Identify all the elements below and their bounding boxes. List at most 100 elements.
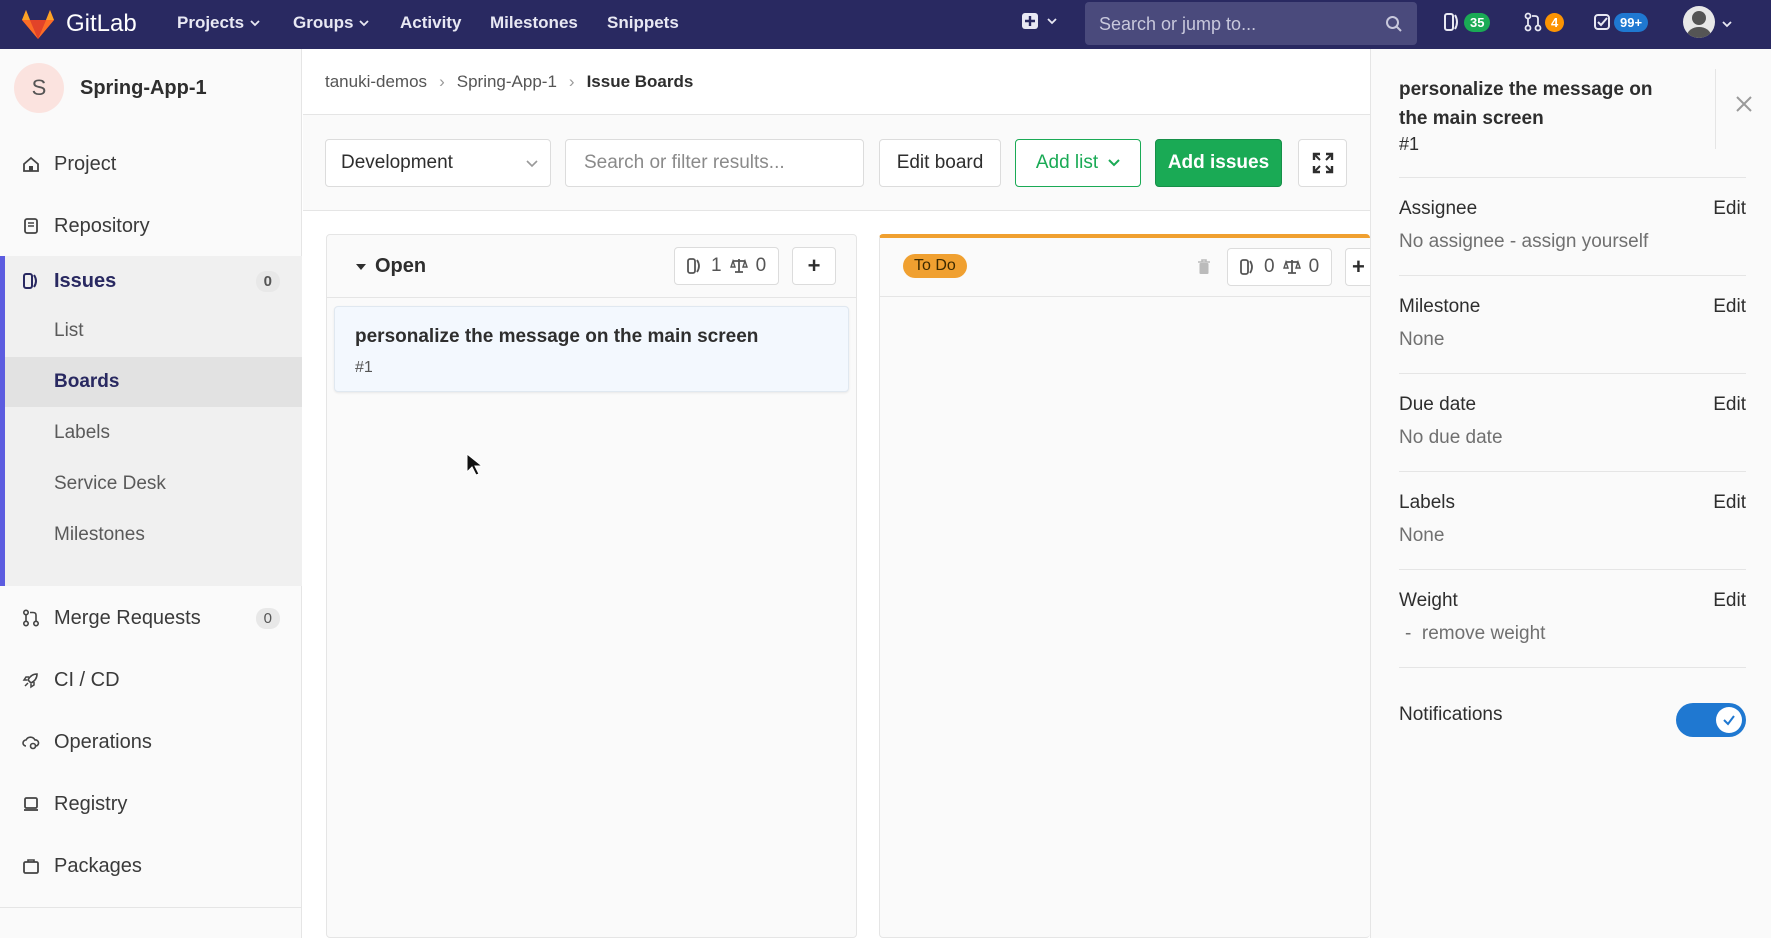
issues-icon bbox=[1444, 13, 1458, 31]
search-icon bbox=[1386, 16, 1402, 32]
weight-count: 0 bbox=[755, 255, 767, 276]
issue-card-title[interactable]: personalize the message on the main scre… bbox=[355, 326, 758, 348]
add-issues-button[interactable]: Add issues bbox=[1155, 139, 1282, 187]
sidebar-item-project[interactable]: Project bbox=[0, 139, 302, 189]
trash-icon[interactable] bbox=[1196, 258, 1212, 276]
merge-request-icon bbox=[1524, 12, 1542, 32]
weight-section: Weight Edit - remove weight bbox=[1399, 569, 1746, 667]
issues-icon bbox=[23, 273, 37, 289]
board-select-dropdown[interactable]: Development bbox=[325, 139, 551, 187]
milestone-edit-link[interactable]: Edit bbox=[1713, 296, 1746, 318]
nav-groups[interactable]: Groups bbox=[293, 13, 370, 33]
add-list-label: Add list bbox=[1035, 152, 1099, 173]
due-date-edit-link[interactable]: Edit bbox=[1713, 394, 1746, 416]
sidebar-item-label: Registry bbox=[54, 792, 128, 815]
chevron-right-icon: › bbox=[568, 72, 575, 91]
assignee-edit-link[interactable]: Edit bbox=[1713, 198, 1746, 220]
breadcrumb-current[interactable]: Issue Boards bbox=[587, 72, 694, 92]
container-icon bbox=[24, 797, 38, 811]
milestone-section: Milestone Edit None bbox=[1399, 275, 1746, 373]
nav-projects-label: Projects bbox=[177, 13, 245, 32]
rocket-icon bbox=[22, 673, 38, 689]
sidebar-item-merge-requests[interactable]: Merge Requests 0 bbox=[0, 593, 302, 643]
sidebar-subitem-labels[interactable]: Labels bbox=[5, 408, 302, 458]
edit-board-button[interactable]: Edit board bbox=[879, 139, 1001, 187]
project-header[interactable]: S Spring-App-1 bbox=[14, 63, 207, 113]
labels-label: Labels bbox=[1399, 492, 1455, 513]
sidebar-item-packages[interactable]: Packages bbox=[0, 841, 302, 891]
issues-section: Issues 0 List Boards Labels Service Desk… bbox=[0, 256, 302, 586]
sidebar-subitem-list[interactable]: List bbox=[5, 306, 302, 356]
sidebar-subitem-boards[interactable]: Boards bbox=[5, 357, 302, 407]
check-icon bbox=[1723, 715, 1735, 726]
weight-label: Weight bbox=[1399, 590, 1458, 611]
sidebar-item-label: Repository bbox=[54, 214, 150, 237]
sidebar-item-label: Operations bbox=[54, 730, 152, 753]
remove-weight-link[interactable]: - remove weight bbox=[1405, 623, 1545, 645]
board-list-open: Open 1 0 + personalize the message on th… bbox=[326, 234, 857, 938]
cloud-gear-icon bbox=[22, 736, 40, 750]
add-list-button[interactable]: Add list bbox=[1015, 139, 1141, 187]
user-avatar[interactable] bbox=[1683, 6, 1715, 38]
close-icon[interactable] bbox=[1735, 95, 1753, 113]
chevron-down-icon[interactable] bbox=[1722, 19, 1732, 29]
issue-number: #1 bbox=[1399, 134, 1420, 154]
notifications-label: Notifications bbox=[1399, 704, 1503, 725]
gitlab-logo-icon[interactable] bbox=[20, 8, 56, 40]
nav-activity[interactable]: Activity bbox=[400, 13, 461, 33]
issue-count: 1 bbox=[711, 255, 722, 276]
list-label-badge[interactable]: To Do bbox=[903, 254, 967, 278]
filter-search-input[interactable]: Search or filter results... bbox=[565, 139, 864, 187]
new-issue-button[interactable]: + bbox=[792, 247, 836, 285]
board-select-value: Development bbox=[341, 152, 453, 173]
package-icon bbox=[23, 859, 39, 874]
list-title-toggle[interactable]: Open bbox=[355, 255, 426, 278]
nav-milestones[interactable]: Milestones bbox=[490, 13, 578, 33]
sidebar-subitem-milestones[interactable]: Milestones bbox=[5, 510, 302, 560]
sidebar-item-repository[interactable]: Repository bbox=[0, 201, 302, 251]
sidebar-subitem-service-desk[interactable]: Service Desk bbox=[5, 459, 302, 509]
nav-snippets[interactable]: Snippets bbox=[607, 13, 679, 33]
home-icon bbox=[23, 156, 39, 172]
sidebar-item-registry[interactable]: Registry bbox=[0, 779, 302, 829]
breadcrumb-group[interactable]: tanuki-demos bbox=[325, 72, 427, 92]
issues-icon bbox=[1240, 259, 1253, 275]
chevron-down-icon bbox=[526, 160, 538, 168]
board-list-todo: To Do 0 0 + bbox=[879, 234, 1371, 938]
due-date-label: Due date bbox=[1399, 394, 1477, 415]
breadcrumb-project[interactable]: Spring-App-1 bbox=[457, 72, 557, 92]
global-search-input[interactable]: Search or jump to... bbox=[1085, 2, 1417, 45]
new-issue-button[interactable]: + bbox=[1345, 248, 1371, 286]
sidebar-item-label: Project bbox=[54, 152, 117, 175]
sidebar-item-operations[interactable]: Operations bbox=[0, 717, 302, 767]
chevron-down-icon bbox=[250, 20, 260, 27]
sidebar-item-cicd[interactable]: CI / CD bbox=[0, 655, 302, 705]
project-avatar: S bbox=[14, 63, 64, 113]
fullscreen-button[interactable] bbox=[1298, 139, 1347, 187]
list-counts: 0 0 bbox=[1227, 248, 1333, 286]
brand-name[interactable]: GitLab bbox=[66, 10, 137, 38]
new-dropdown-button[interactable] bbox=[1021, 12, 1057, 30]
toggle-knob bbox=[1716, 707, 1742, 733]
weight-edit-link[interactable]: Edit bbox=[1713, 590, 1746, 612]
mr-count-badge: 0 bbox=[255, 607, 280, 629]
nav-groups-label: Groups bbox=[293, 13, 354, 32]
caret-down-icon bbox=[356, 263, 366, 270]
labels-section: Labels Edit None bbox=[1399, 471, 1746, 569]
issues-icon bbox=[687, 258, 700, 274]
merge-requests-counter[interactable]: 4 bbox=[1524, 12, 1565, 32]
notifications-toggle[interactable] bbox=[1676, 703, 1746, 737]
labels-edit-link[interactable]: Edit bbox=[1713, 492, 1746, 514]
weight-icon bbox=[1282, 259, 1301, 274]
weight-icon bbox=[729, 258, 748, 273]
issues-counter[interactable]: 35 bbox=[1443, 12, 1491, 32]
issue-card[interactable]: personalize the message on the main scre… bbox=[334, 306, 849, 392]
filter-placeholder: Search or filter results... bbox=[584, 152, 785, 173]
project-name: Spring-App-1 bbox=[80, 76, 207, 99]
todos-counter[interactable]: 99+ bbox=[1593, 12, 1649, 32]
nav-projects[interactable]: Projects bbox=[177, 13, 260, 33]
plus-square-icon bbox=[1022, 13, 1038, 29]
assignee-value[interactable]: No assignee - assign yourself bbox=[1399, 231, 1648, 253]
issue-count: 0 bbox=[1264, 256, 1275, 277]
sidebar-item-issues[interactable]: Issues 0 bbox=[0, 256, 302, 306]
